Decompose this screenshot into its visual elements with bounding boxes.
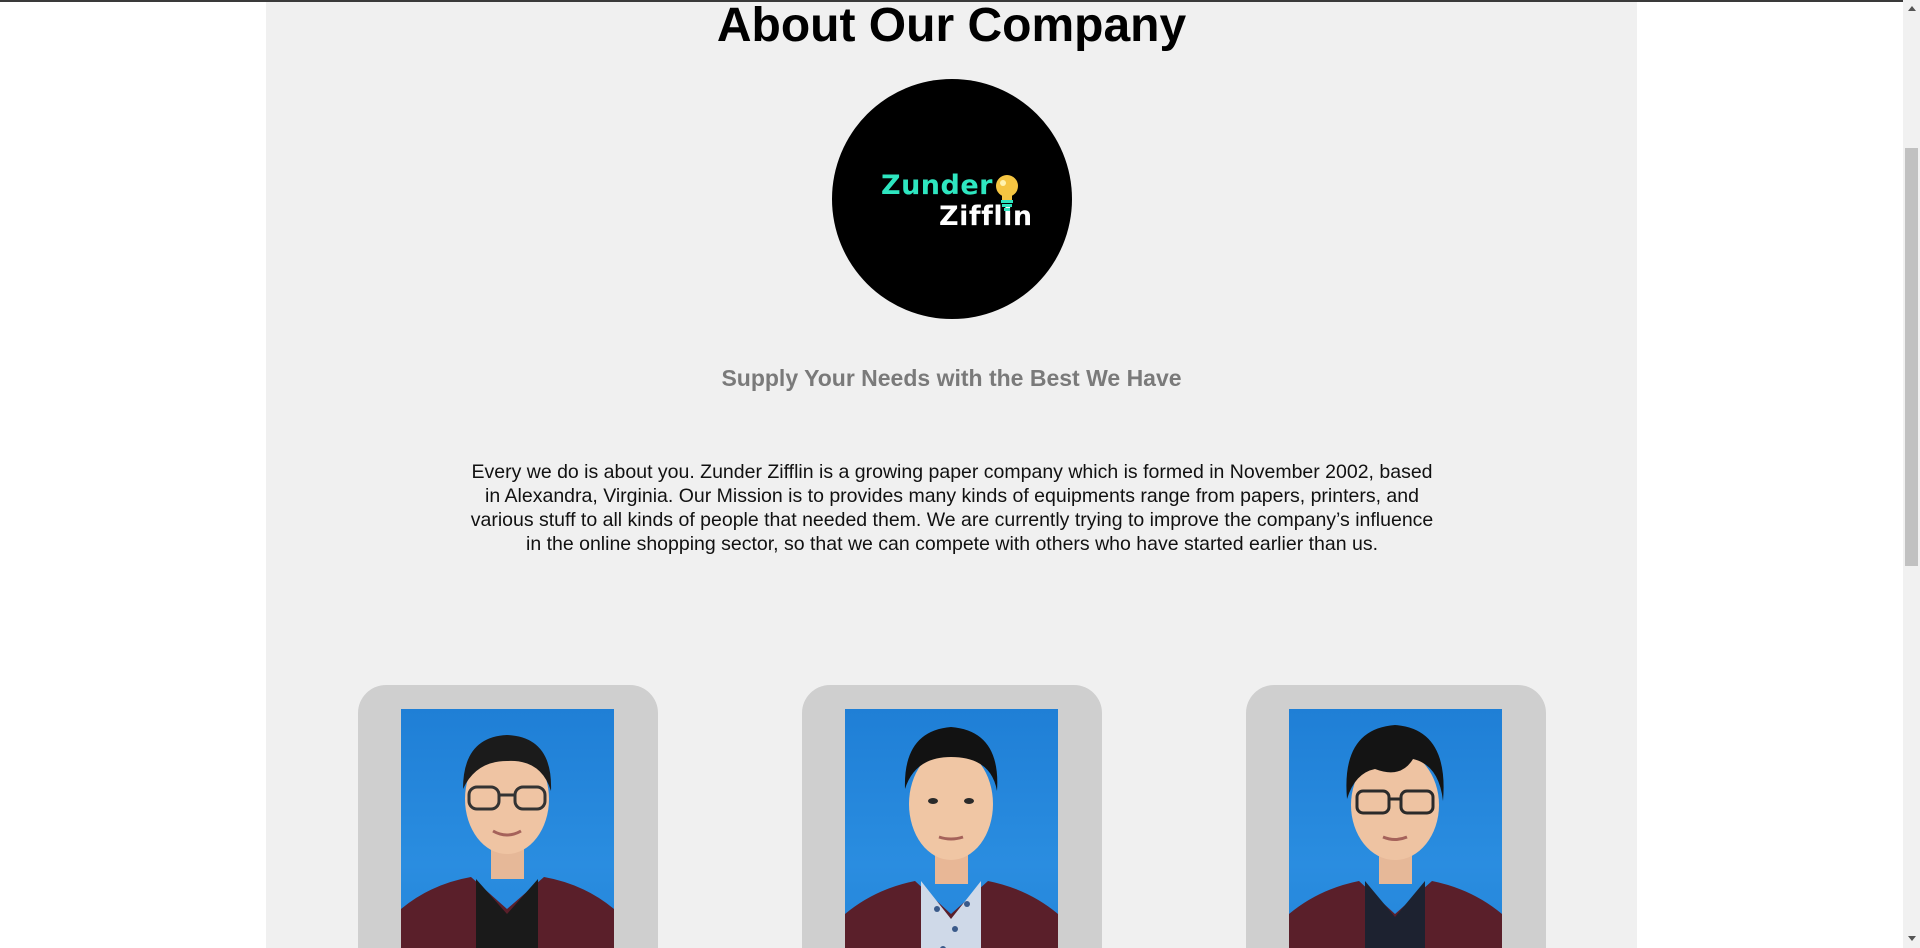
scroll-down-icon[interactable] <box>1908 936 1916 941</box>
vertical-scrollbar[interactable] <box>1903 0 1920 948</box>
person-photo-icon <box>401 735 614 948</box>
team-member-card <box>358 685 658 948</box>
company-logo: Zunder Zifflin <box>832 79 1072 319</box>
logo-text-line1: Zunder <box>881 170 993 201</box>
about-page: About Our Company Zunder Zifflin Supply … <box>266 2 1637 948</box>
person-photo-icon <box>1289 725 1502 948</box>
team-member-card <box>802 685 1102 948</box>
company-tagline: Supply Your Needs with the Best We Have <box>721 365 1182 392</box>
team-member-photo <box>845 709 1058 948</box>
team-member-card <box>1246 685 1546 948</box>
team-member-photo <box>401 709 614 948</box>
scroll-up-icon[interactable] <box>1908 6 1916 11</box>
company-description: Every we do is about you. Zunder Zifflin… <box>470 460 1434 555</box>
page-title: About Our Company <box>716 2 1187 52</box>
team-member-photo <box>1289 709 1502 948</box>
scrollbar-thumb[interactable] <box>1905 148 1918 566</box>
lightbulb-icon <box>996 175 1018 211</box>
person-photo-icon <box>845 727 1058 948</box>
